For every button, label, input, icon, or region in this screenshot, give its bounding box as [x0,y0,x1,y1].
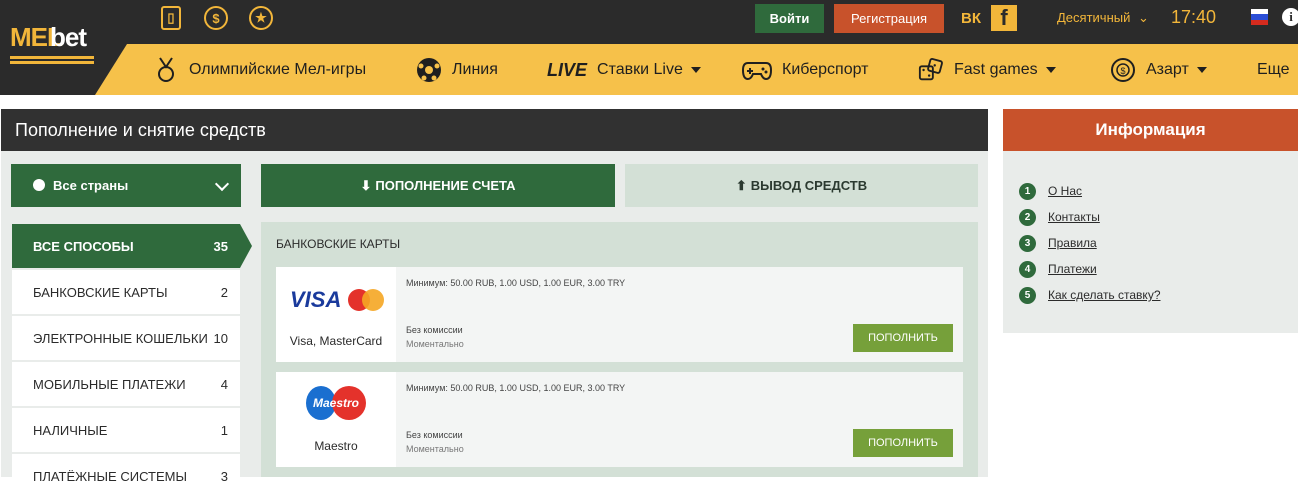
info-link[interactable]: Правила [1048,236,1097,250]
method-count: 1 [221,423,228,438]
nav-more[interactable]: Еще [1257,58,1298,82]
info-item-payments[interactable]: 4 Платежи [1019,260,1097,278]
payment-fee: Без комиссии [406,430,463,440]
chevron-down-icon: ⌄ [1138,10,1149,25]
payment-fee: Без комиссии [406,325,463,335]
info-link[interactable]: Как сделать ставку? [1048,288,1161,302]
dice-icon [918,57,944,83]
login-button[interactable]: Войти [755,4,824,33]
register-button[interactable]: Регистрация [834,4,944,33]
nav-esports[interactable]: Киберспорт [742,58,868,82]
russian-flag-icon[interactable] [1251,9,1268,25]
melbet-logo[interactable]: MELbet [10,22,96,66]
method-count: 10 [214,331,228,346]
tab-deposit[interactable]: ⬇ ПОПОЛНЕНИЕ СЧЕТА [261,164,615,207]
method-payment-systems[interactable]: ПЛАТЁЖНЫЕ СИСТЕМЫ 3 [12,454,240,498]
nav-fast-games-label: Fast games [954,61,1038,79]
nav-line-label: Линия [452,61,498,79]
medal-icon [153,57,179,83]
info-icon[interactable]: i [1282,8,1298,26]
payment-minimum: Минимум: 50.00 RUB, 1.00 USD, 1.00 EUR, … [406,278,625,288]
method-all[interactable]: ВСЕ СПОСОБЫ 35 [12,224,240,268]
maestro-logo-text: Maestro [304,396,368,410]
nav-more-label: Еще [1257,61,1290,79]
info-link[interactable]: Контакты [1048,210,1100,224]
nav-casino-label: Азарт [1146,61,1189,79]
live-badge: LIVE [547,60,587,81]
tab-withdraw[interactable]: ⬆ ВЫВОД СРЕДСТВ [625,164,978,207]
soccer-ball-icon [416,57,442,83]
nav-olympic-label: Олимпийские Мел-игры [189,61,366,79]
visa-logo-text: VISA [290,287,341,313]
svg-text:$: $ [1120,66,1125,76]
odds-format-label: Десятичный [1057,10,1130,25]
nav-line[interactable]: Линия [416,58,498,82]
method-count: 35 [214,239,228,254]
method-label: ВСЕ СПОСОБЫ [33,239,134,254]
dollar-icon[interactable]: $ [204,6,228,30]
info-item-how-to-bet[interactable]: 5 Как сделать ставку? [1019,286,1161,304]
method-label: МОБИЛЬНЫЕ ПЛАТЕЖИ [33,377,186,392]
payment-name: Maestro [276,439,396,453]
method-label: НАЛИЧНЫЕ [33,423,107,438]
method-label: ЭЛЕКТРОННЫЕ КОШЕЛЬКИ [33,331,208,346]
page-title: Пополнение и снятие средств [1,109,988,151]
info-number: 4 [1019,261,1036,278]
payment-card-maestro: Maestro Maestro Минимум: 50.00 RUB, 1.00… [276,372,963,467]
country-select[interactable]: Все страны [11,164,241,207]
facebook-icon[interactable]: f [991,5,1017,31]
method-count: 4 [221,377,228,392]
info-number: 1 [1019,183,1036,200]
info-number: 3 [1019,235,1036,252]
method-count: 3 [221,469,228,484]
deposit-button[interactable]: ПОПОЛНИТЬ [853,324,953,352]
method-cash[interactable]: НАЛИЧНЫЕ 1 [12,408,240,452]
method-mobile-payments[interactable]: МОБИЛЬНЫЕ ПЛАТЕЖИ 4 [12,362,240,406]
chevron-down-icon [215,177,229,191]
info-item-rules[interactable]: 3 Правила [1019,234,1097,252]
star-bonus-icon[interactable]: ★ [249,6,273,30]
info-title: Информация [1003,109,1298,151]
method-bank-cards[interactable]: БАНКОВСКИЕ КАРТЫ 2 [12,270,240,314]
mastercard-icon [348,289,384,311]
nav-live-label: Ставки Live [597,61,683,79]
method-e-wallets[interactable]: ЭЛЕКТРОННЫЕ КОШЕЛЬКИ 10 [12,316,240,360]
nav-fast-games[interactable]: Fast games [918,58,1056,82]
download-icon: ⬇ [360,178,371,194]
info-item-about[interactable]: 1 О Нас [1019,182,1082,200]
payment-card-visa: VISA Visa, MasterCard Минимум: 50.00 RUB… [276,267,963,362]
nav-esports-label: Киберспорт [782,61,868,79]
info-number: 5 [1019,287,1036,304]
globe-icon [33,179,45,191]
clock-time: 17:40 [1171,7,1216,28]
nav-live[interactable]: LIVE Ставки Live [547,58,701,82]
info-link[interactable]: О Нас [1048,184,1082,198]
upload-icon: ⬆ [736,178,747,194]
payment-minimum: Минимум: 50.00 RUB, 1.00 USD, 1.00 EUR, … [406,383,625,393]
gamepad-icon [742,57,772,83]
info-link[interactable]: Платежи [1048,262,1097,276]
odds-format-select[interactable]: Десятичный ⌄ [1057,10,1149,26]
nav-casino[interactable]: $ Азарт [1110,58,1207,82]
nav-olympic[interactable]: Олимпийские Мел-игры [153,58,366,82]
cards-section-title: БАНКОВСКИЕ КАРТЫ [276,237,400,251]
vk-icon[interactable]: ВК [958,5,984,31]
deposit-button[interactable]: ПОПОЛНИТЬ [853,429,953,457]
info-number: 2 [1019,209,1036,226]
caret-down-icon [1197,67,1207,73]
payment-name: Visa, MasterCard [276,334,396,348]
tab-withdraw-label: ВЫВОД СРЕДСТВ [751,178,867,193]
caret-down-icon [1046,67,1056,73]
country-select-label: Все страны [53,178,128,193]
payment-speed: Моментально [406,444,464,454]
casino-chip-icon: $ [1110,57,1136,83]
method-count: 2 [221,285,228,300]
payment-speed: Моментально [406,339,464,349]
method-label: БАНКОВСКИЕ КАРТЫ [33,285,167,300]
caret-down-icon [691,67,701,73]
mobile-app-icon[interactable]: ▯ [161,6,181,30]
info-item-contacts[interactable]: 2 Контакты [1019,208,1100,226]
tab-deposit-label: ПОПОЛНЕНИЕ СЧЕТА [375,178,515,193]
method-label: ПЛАТЁЖНЫЕ СИСТЕМЫ [33,469,187,484]
